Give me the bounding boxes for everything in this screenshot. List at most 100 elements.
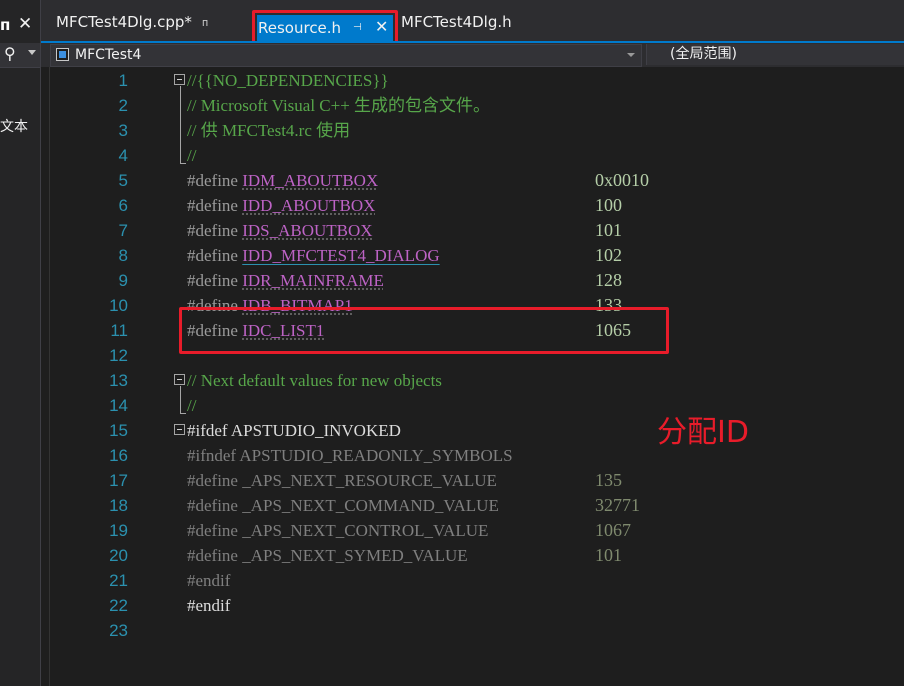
- macro-value: 0x0010: [595, 170, 649, 190]
- code-line: 9 #define IDR_MAINFRAME 128: [41, 268, 904, 293]
- preprocessor-keyword: #define: [187, 271, 238, 290]
- line-number: 3: [118, 121, 128, 140]
- code-text: #endif: [187, 596, 231, 615]
- macro-name[interactable]: IDS_ABOUTBOX: [242, 221, 372, 240]
- code-text: #endif: [187, 571, 231, 590]
- code-line: 15 #ifdef APSTUDIO_INVOKED: [41, 418, 904, 443]
- macro-name: _APS_NEXT_COMMAND_VALUE: [242, 496, 499, 515]
- project-icon: [56, 48, 69, 61]
- preprocessor-keyword: #define: [187, 221, 238, 240]
- code-text: // Microsoft Visual C++ 生成的包含文件。: [187, 96, 491, 115]
- scope-label: (全局范围): [670, 46, 737, 62]
- tab-label: Resource.h: [258, 19, 342, 37]
- close-icon[interactable]: ✕: [18, 14, 32, 34]
- code-text: //: [187, 146, 197, 165]
- macro-value: 101: [595, 545, 622, 565]
- code-line: 16 #ifndef APSTUDIO_READONLY_SYMBOLS: [41, 443, 904, 468]
- chevron-down-icon[interactable]: [627, 53, 635, 57]
- line-number: 9: [118, 271, 128, 290]
- code-text: #define IDD_MFCTEST4_DIALOG: [187, 243, 440, 268]
- line-number: 11: [110, 321, 128, 340]
- code-line: 1 //{{NO_DEPENDENCIES}}: [41, 68, 904, 93]
- collapse-toggle[interactable]: [174, 374, 185, 385]
- line-number: 4: [118, 146, 128, 165]
- line-number: 19: [109, 521, 128, 540]
- line-number: 13: [109, 371, 128, 390]
- code-text: #define _APS_NEXT_COMMAND_VALUE: [187, 493, 499, 518]
- search-icon[interactable]: ⚲: [4, 44, 16, 63]
- line-number: 23: [109, 621, 128, 640]
- navigation-bar: MFCTest4 (全局范围): [41, 43, 904, 68]
- line-number: 8: [118, 246, 128, 265]
- solution-explorer-panel: ᴨ ✕ ⚲ 文本: [0, 0, 40, 686]
- code-text: #ifndef APSTUDIO_READONLY_SYMBOLS: [187, 443, 513, 468]
- line-number: 14: [109, 396, 128, 415]
- collapse-toggle[interactable]: [174, 424, 185, 435]
- preprocessor-keyword: #define: [187, 546, 238, 565]
- macro-value: 128: [595, 270, 622, 290]
- code-text: // 供 MFCTest4.rc 使用: [187, 121, 351, 140]
- code-line: 22 #endif: [41, 593, 904, 618]
- chevron-down-icon[interactable]: [28, 50, 36, 55]
- scope-dropdown[interactable]: (全局范围): [646, 44, 904, 65]
- code-line: 14 //: [41, 393, 904, 418]
- code-line: 18 #define _APS_NEXT_COMMAND_VALUE 32771: [41, 493, 904, 518]
- preprocessor-keyword: #define: [187, 521, 238, 540]
- macro-name: APSTUDIO_READONLY_SYMBOLS: [239, 446, 513, 465]
- preprocessor-keyword: #define: [187, 471, 238, 490]
- line-number: 10: [109, 296, 128, 315]
- code-line: 23: [41, 618, 904, 643]
- pin-icon[interactable]: ⊣: [353, 15, 362, 41]
- macro-name[interactable]: IDM_ABOUTBOX: [242, 171, 378, 190]
- collapse-toggle[interactable]: [174, 74, 185, 85]
- macro-name: _APS_NEXT_RESOURCE_VALUE: [242, 471, 497, 490]
- code-line: 8 #define IDD_MFCTEST4_DIALOG 102: [41, 243, 904, 268]
- code-line: 3 // 供 MFCTest4.rc 使用: [41, 118, 904, 143]
- panel-text-fragment: 文本: [0, 119, 28, 135]
- macro-name[interactable]: IDD_MFCTEST4_DIALOG: [242, 246, 439, 265]
- close-icon[interactable]: ✕: [375, 14, 388, 40]
- code-line: 7 #define IDS_ABOUTBOX 101: [41, 218, 904, 243]
- project-dropdown[interactable]: MFCTest4: [50, 44, 642, 67]
- code-text: #define _APS_NEXT_RESOURCE_VALUE: [187, 468, 497, 493]
- macro-value: 100: [595, 195, 622, 215]
- code-text: //: [187, 396, 197, 415]
- code-line: 5 #define IDM_ABOUTBOX 0x0010: [41, 168, 904, 193]
- macro-value: 135: [595, 470, 622, 490]
- code-line: 2 // Microsoft Visual C++ 生成的包含文件。: [41, 93, 904, 118]
- document-tab-strip: MFCTest4Dlg.cpp* ᴨ Resource.h ⊣ ✕ MFCTest…: [41, 0, 904, 44]
- macro-value: 1067: [595, 520, 631, 540]
- code-line: 19 #define _APS_NEXT_CONTROL_VALUE 1067: [41, 518, 904, 543]
- tab-mfctest4dlg-h[interactable]: MFCTest4Dlg.h: [401, 8, 512, 36]
- preprocessor-keyword: #define: [187, 496, 238, 515]
- code-text: #define _APS_NEXT_SYMED_VALUE: [187, 543, 468, 568]
- macro-value: 102: [595, 245, 622, 265]
- annotation-label: 分配ID: [657, 415, 749, 450]
- code-text: #define IDR_MAINFRAME: [187, 268, 384, 293]
- code-text: #define IDS_ABOUTBOX: [187, 218, 373, 243]
- code-editor[interactable]: 1 //{{NO_DEPENDENCIES}} 2 // Microsoft V…: [41, 67, 904, 686]
- panel-search-box[interactable]: ⚲: [0, 43, 40, 68]
- macro-name[interactable]: APSTUDIO_INVOKED: [231, 421, 401, 440]
- project-label: MFCTest4: [75, 47, 142, 63]
- pin-icon[interactable]: ᴨ: [0, 16, 10, 34]
- macro-name[interactable]: IDR_MAINFRAME: [242, 271, 384, 290]
- line-number: 1: [118, 71, 128, 90]
- line-number: 20: [109, 546, 128, 565]
- line-number: 15: [109, 421, 128, 440]
- tab-mfctest4dlg-cpp[interactable]: MFCTest4Dlg.cpp* ᴨ: [56, 8, 208, 36]
- macro-value: 101: [595, 220, 622, 240]
- macro-name: _APS_NEXT_SYMED_VALUE: [242, 546, 468, 565]
- code-text: #define IDM_ABOUTBOX: [187, 168, 378, 193]
- line-number: 5: [118, 171, 128, 190]
- tab-resource-h[interactable]: Resource.h ⊣ ✕: [252, 10, 398, 44]
- line-number: 7: [118, 221, 128, 240]
- code-text: #define IDD_ABOUTBOX: [187, 193, 375, 218]
- preprocessor-keyword: #define: [187, 196, 238, 215]
- line-number: 17: [109, 471, 128, 490]
- code-line: 17 #define _APS_NEXT_RESOURCE_VALUE 135: [41, 468, 904, 493]
- code-line: 6 #define IDD_ABOUTBOX 100: [41, 193, 904, 218]
- macro-name[interactable]: IDD_ABOUTBOX: [242, 196, 375, 215]
- preprocessor-keyword: #ifndef: [187, 446, 237, 465]
- pin-icon[interactable]: ᴨ: [202, 16, 208, 29]
